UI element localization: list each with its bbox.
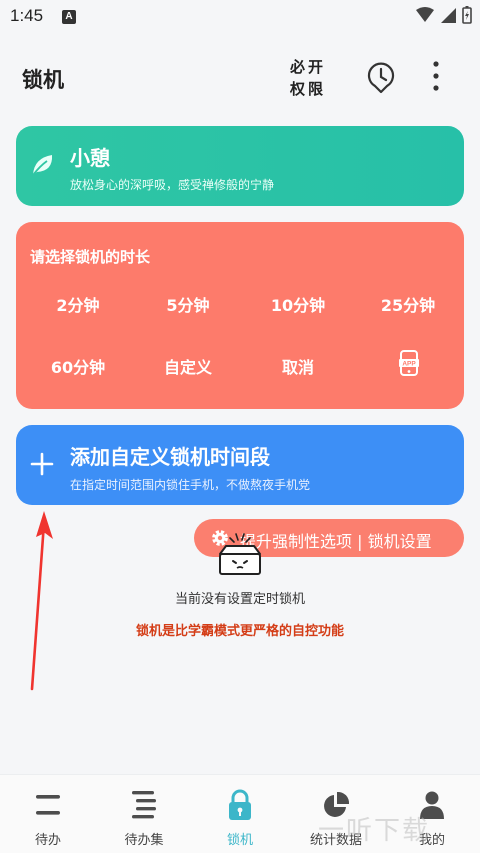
app-icon-label: APP [402, 361, 416, 368]
leaf-icon [32, 155, 53, 176]
nav-label-todo: 待办 [34, 833, 61, 848]
option-2min[interactable]: 2分钟 [22, 292, 134, 316]
battery-icon [462, 6, 472, 24]
notification-icon: A [62, 10, 76, 24]
rest-subtitle: 放松身心的深呼吸，感受禅修般的宁静 [70, 178, 275, 192]
lock-icon [229, 789, 251, 820]
signal-icon [441, 8, 456, 23]
page-title: 锁机 [22, 68, 64, 92]
watermark: 一听下载 [318, 816, 431, 846]
nav-todo[interactable]: 待办 [0, 775, 96, 853]
perm-line-1: 必开 [289, 58, 326, 76]
lock-settings-label: 提升强制性选项 | 锁机设置 [240, 532, 432, 551]
option-60min[interactable]: 60分钟 [22, 354, 134, 378]
nav-label-lock: 锁机 [226, 833, 253, 848]
status-icons [416, 6, 472, 24]
custom-subtitle: 在指定时间范围内锁住手机，不做熬夜手机党 [70, 478, 311, 492]
plus-icon [30, 452, 54, 476]
duration-title: 请选择锁机的时长 [30, 248, 151, 266]
custom-title: 添加自定义锁机时间段 [70, 445, 270, 469]
option-25min[interactable]: 25分钟 [352, 292, 464, 316]
nav-label-todo-set: 待办集 [124, 833, 164, 848]
add-custom-period-card[interactable]: 添加自定义锁机时间段 在指定时间范围内锁住手机，不做熬夜手机党 [16, 425, 464, 505]
lock-mode-note: 锁机是比学霸模式更严格的自控功能 [135, 624, 344, 639]
app-header: 锁机 必开 权限 [0, 44, 480, 110]
app-whitelist-icon[interactable]: APP [399, 350, 419, 376]
todo-icon [36, 795, 60, 815]
rest-card[interactable]: 小憩 放松身心的深呼吸，感受禅修般的宁静 [16, 126, 464, 206]
empty-state-text: 当前没有设置定时锁机 [174, 592, 305, 607]
perm-line-2: 权限 [289, 80, 326, 98]
annotation-arrow [30, 511, 53, 691]
nav-todo-set[interactable]: 待办集 [96, 775, 192, 853]
wifi-icon [416, 7, 434, 22]
option-cancel[interactable]: 取消 [242, 354, 354, 378]
clock-icon[interactable] [366, 62, 396, 94]
option-custom[interactable]: 自定义 [132, 354, 244, 378]
rest-title: 小憩 [70, 146, 110, 170]
status-bar: 1:45 A [0, 0, 480, 34]
todo-set-icon [132, 791, 156, 819]
option-10min[interactable]: 10分钟 [242, 292, 354, 316]
lock-duration-card: 请选择锁机的时长 2分钟 5分钟 10分钟 25分钟 60分钟 自定义 取消 A… [16, 222, 464, 409]
required-permissions-button[interactable]: 必开 权限 [288, 56, 328, 100]
nav-lock[interactable]: 锁机 [192, 775, 288, 853]
empty-box-icon [219, 533, 261, 575]
status-time: 1:45 [10, 6, 44, 25]
more-options-icon[interactable] [432, 60, 440, 92]
option-5min[interactable]: 5分钟 [132, 292, 244, 316]
